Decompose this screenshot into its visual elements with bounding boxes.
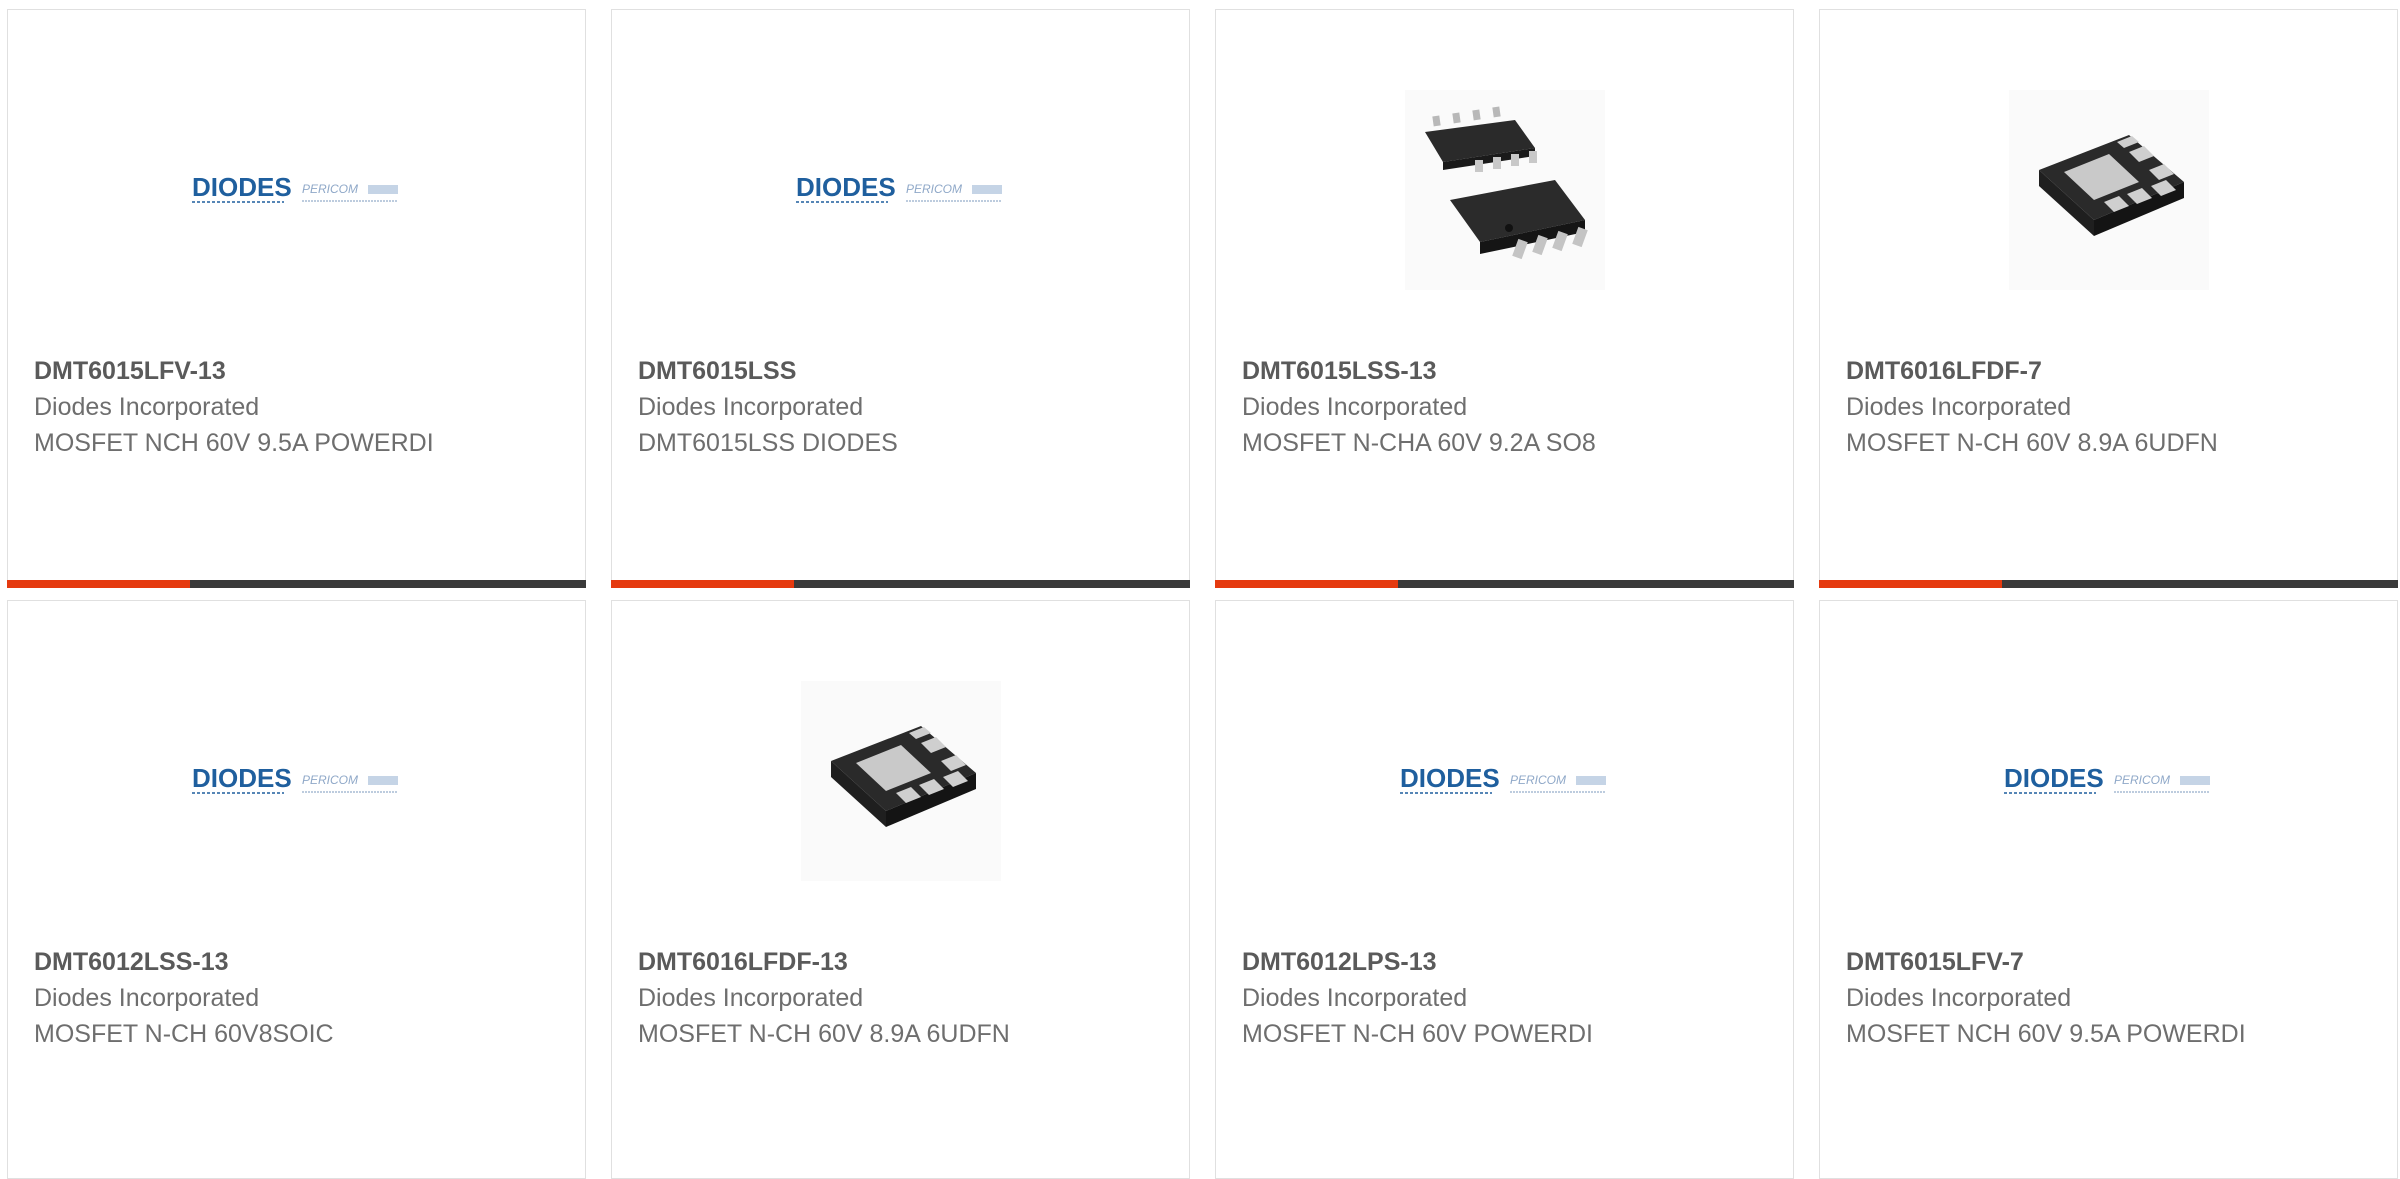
manufacturer: Diodes Incorporated <box>1242 393 1468 421</box>
svg-text:DIODES: DIODES <box>1400 763 1500 793</box>
description: MOSFET N-CH 60V POWERDI <box>1242 1020 1593 1048</box>
svg-text:DIODES: DIODES <box>2004 763 2104 793</box>
svg-text:PERICOM: PERICOM <box>906 182 962 196</box>
card-bottom-bar <box>7 580 586 588</box>
card-accent-bar <box>1215 580 1398 588</box>
description: MOSFET NCH 60V 9.5A POWERDI <box>34 429 434 457</box>
card-accent-bar <box>611 580 794 588</box>
product-card[interactable]: DIODES PERICOM DMT6015LFV-7 Diodes Incor… <box>1819 600 2398 1179</box>
svg-text:PERICOM: PERICOM <box>2114 773 2170 787</box>
product-image: DIODES PERICOM <box>612 65 1189 315</box>
svg-text:PERICOM: PERICOM <box>1510 773 1566 787</box>
card-accent-bar <box>1819 580 2002 588</box>
manufacturer: Diodes Incorporated <box>34 393 260 421</box>
part-number[interactable]: DMT6012LPS-13 <box>1242 944 1773 980</box>
svg-text:PERICOM: PERICOM <box>302 773 358 787</box>
so8-package-image <box>1404 90 1605 290</box>
svg-text:DIODES: DIODES <box>192 172 292 202</box>
part-number[interactable]: DMT6012LSS-13 <box>34 944 565 980</box>
manufacturer: Diodes Incorporated <box>1846 984 2072 1012</box>
card-bottom-bar <box>1215 580 1794 588</box>
product-image: DIODES PERICOM <box>8 656 585 906</box>
product-card[interactable]: DIODES PERICOM DMT6012LPS-13 Diodes Inco… <box>1215 600 1794 1179</box>
diodes-pericom-logo: DIODES PERICOM <box>191 763 398 794</box>
manufacturer: Diodes Incorporated <box>638 393 864 421</box>
description: MOSFET N-CH 60V 8.9A 6UDFN <box>1846 429 2218 457</box>
part-number[interactable]: DMT6016LFDF-7 <box>1846 353 2377 389</box>
description: DMT6015LSS DIODES <box>638 429 898 457</box>
part-number[interactable]: DMT6015LSS <box>638 353 1169 389</box>
manufacturer: Diodes Incorporated <box>1242 984 1468 1012</box>
product-image: DIODES PERICOM <box>1820 656 2397 906</box>
product-card[interactable]: DIODES PERICOM DMT6015LSS Diodes Incorpo… <box>611 9 1190 588</box>
product-card[interactable]: DIODES PERICOM DMT6012LSS-13 Diodes Inco… <box>7 600 586 1179</box>
diodes-pericom-logo: DIODES PERICOM <box>1399 763 1606 794</box>
description: MOSFET N-CHA 60V 9.2A SO8 <box>1242 429 1596 457</box>
part-number[interactable]: DMT6015LFV-7 <box>1846 944 2377 980</box>
product-image <box>1820 65 2397 315</box>
card-accent-bar <box>7 580 190 588</box>
manufacturer: Diodes Incorporated <box>638 984 864 1012</box>
description: MOSFET N-CH 60V 8.9A 6UDFN <box>638 1020 1010 1048</box>
part-number[interactable]: DMT6015LFV-13 <box>34 353 565 389</box>
card-bottom-bar <box>1819 580 2398 588</box>
product-image: DIODES PERICOM <box>1216 656 1793 906</box>
product-image <box>1216 65 1793 315</box>
product-image: DIODES PERICOM <box>8 65 585 315</box>
card-bottom-bar <box>611 580 1190 588</box>
manufacturer: Diodes Incorporated <box>1846 393 2072 421</box>
diodes-pericom-logo: DIODES PERICOM <box>795 172 1002 203</box>
product-card[interactable]: DIODES PERICOM DMT6015LFV-13 Diodes Inco… <box>7 9 586 588</box>
product-grid: DIODES PERICOM DMT6015LFV-13 Diodes Inco… <box>7 9 2398 1179</box>
description: MOSFET N-CH 60V8SOIC <box>34 1020 334 1048</box>
udfn-package-image <box>2008 90 2209 290</box>
svg-text:PERICOM: PERICOM <box>302 182 358 196</box>
svg-text:DIODES: DIODES <box>192 763 292 793</box>
part-number[interactable]: DMT6015LSS-13 <box>1242 353 1773 389</box>
part-number[interactable]: DMT6016LFDF-13 <box>638 944 1169 980</box>
product-card[interactable]: DMT6015LSS-13 Diodes Incorporated MOSFET… <box>1215 9 1794 588</box>
diodes-pericom-logo: DIODES PERICOM <box>2003 763 2210 794</box>
product-card[interactable]: DMT6016LFDF-7 Diodes Incorporated MOSFET… <box>1819 9 2398 588</box>
diodes-pericom-logo: DIODES PERICOM <box>191 172 398 203</box>
product-image <box>612 656 1189 906</box>
product-card[interactable]: DMT6016LFDF-13 Diodes Incorporated MOSFE… <box>611 600 1190 1179</box>
description: MOSFET NCH 60V 9.5A POWERDI <box>1846 1020 2246 1048</box>
udfn-package-image <box>800 681 1001 881</box>
manufacturer: Diodes Incorporated <box>34 984 260 1012</box>
svg-text:DIODES: DIODES <box>796 172 896 202</box>
